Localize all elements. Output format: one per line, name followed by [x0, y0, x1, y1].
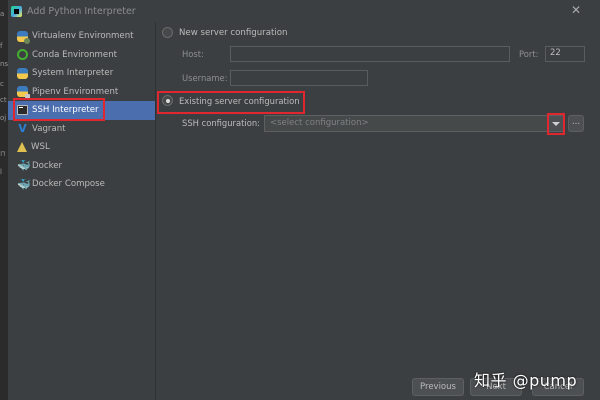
sidebar-item-pipenv[interactable]: Pipenv Environment	[8, 83, 155, 102]
sidebar-item-docker-compose[interactable]: 🐳 Docker Compose	[8, 175, 155, 194]
chevron-down-icon[interactable]	[548, 116, 563, 131]
sidebar-item-docker[interactable]: 🐳 Docker	[8, 157, 155, 176]
strip-char: a	[0, 10, 5, 18]
close-icon[interactable]: ✕	[570, 4, 582, 16]
sidebar-item-system-interpreter[interactable]: System Interpreter	[8, 64, 155, 83]
virtualenv-icon	[17, 30, 30, 44]
strip-char: ⊓	[0, 150, 6, 158]
sidebar-item-label: Virtualenv Environment	[32, 31, 134, 42]
vagrant-icon: V	[18, 122, 27, 136]
port-input[interactable]: 22	[545, 46, 585, 62]
existing-server-radio[interactable]: Existing server configuration	[162, 95, 300, 106]
ssh-settings-panel: New server configuration Host: Port: 22 …	[156, 22, 600, 400]
port-label: Port:	[519, 49, 539, 59]
strip-char: oj	[0, 114, 7, 122]
username-input[interactable]	[230, 70, 368, 86]
strip-char: ct	[0, 96, 7, 104]
radio-checked-icon	[162, 95, 173, 106]
pipenv-icon	[17, 86, 30, 100]
sidebar-item-virtualenv[interactable]: Virtualenv Environment	[8, 27, 155, 46]
sidebar-item-conda[interactable]: Conda Environment	[8, 46, 155, 65]
sidebar-item-label: Pipenv Environment	[32, 86, 119, 97]
strip-char: ns	[0, 60, 9, 68]
username-label: Username:	[182, 73, 228, 83]
sidebar-item-label: Conda Environment	[32, 49, 118, 60]
interpreter-type-sidebar: Virtualenv Environment Conda Environment…	[8, 22, 156, 400]
strip-char: l	[0, 168, 2, 176]
radio-unchecked-icon	[162, 27, 173, 38]
watermark-text: 知乎 @pump	[474, 371, 578, 390]
browse-configurations-button[interactable]: ...	[568, 115, 584, 132]
sidebar-item-vagrant[interactable]: V Vagrant	[8, 120, 155, 139]
host-input[interactable]	[230, 46, 510, 62]
sidebar-item-ssh-interpreter[interactable]: SSH Interpreter	[8, 101, 155, 120]
sidebar-item-wsl[interactable]: WSL	[8, 138, 155, 157]
previous-button[interactable]: Previous	[412, 378, 464, 396]
pycharm-icon	[11, 5, 22, 17]
ssh-terminal-icon	[17, 105, 28, 116]
sidebar-item-label: WSL	[31, 142, 50, 153]
host-label: Host:	[182, 49, 204, 59]
wsl-icon	[17, 142, 27, 153]
python-icon	[17, 67, 28, 79]
existing-server-label: Existing server configuration	[179, 95, 300, 106]
strip-char: f	[0, 42, 3, 50]
new-server-radio[interactable]: New server configuration	[162, 27, 287, 38]
sidebar-item-label: Vagrant	[32, 123, 66, 134]
docker-icon: 🐳	[17, 159, 31, 173]
dialog-title: Add Python Interpreter	[27, 5, 136, 17]
ssh-configuration-select[interactable]: <select configuration>	[264, 115, 564, 132]
strip-char: c	[0, 80, 4, 88]
dialog-title-bar: Add Python Interpreter ✕	[8, 0, 600, 22]
sidebar-item-label: Docker Compose	[32, 179, 105, 190]
new-server-label: New server configuration	[179, 27, 288, 38]
ssh-configuration-label: SSH configuration:	[182, 118, 260, 128]
ssh-configuration-placeholder: <select configuration>	[270, 118, 369, 128]
docker-compose-icon: 🐳	[17, 177, 31, 191]
sidebar-item-label: System Interpreter	[32, 68, 114, 79]
sidebar-item-label: SSH Interpreter	[32, 105, 99, 116]
conda-icon	[17, 49, 28, 61]
sidebar-item-label: Docker	[32, 160, 63, 171]
